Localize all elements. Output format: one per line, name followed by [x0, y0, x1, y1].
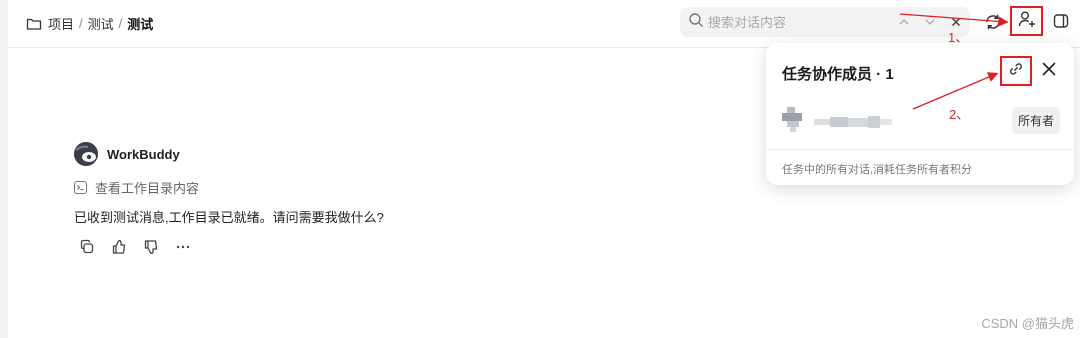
annotation-label-1: 1、 — [948, 30, 969, 45]
breadcrumb-separator: / — [79, 16, 83, 31]
breadcrumb-current: 测试 — [127, 17, 154, 32]
search-icon — [688, 12, 704, 33]
message-text: 已收到测试消息,工作目录已就绪。请问需要我做什么? — [74, 210, 384, 225]
link-icon — [1008, 61, 1024, 82]
owner-badge: 所有者 — [1011, 107, 1060, 134]
breadcrumb-item-test[interactable]: 测试 — [88, 14, 114, 33]
breadcrumb-item-project[interactable]: 项目 — [48, 14, 74, 33]
watermark: CSDN @猫头虎 — [981, 316, 1074, 331]
search-input[interactable] — [708, 14, 878, 30]
search-box[interactable] — [680, 7, 970, 37]
popup-footer-note: 任务中的所有对话,消耗任务所有者积分 — [782, 164, 973, 176]
add-user-icon — [1017, 9, 1037, 34]
close-icon — [1041, 61, 1057, 82]
tool-call-label: 查看工作目录内容 — [95, 181, 200, 196]
popup-divider — [766, 149, 1074, 150]
panel-toggle-icon[interactable] — [1052, 12, 1070, 30]
bot-avatar — [74, 142, 98, 166]
sync-icon[interactable] — [983, 12, 1003, 32]
tool-call[interactable]: 查看工作目录内容 — [74, 178, 384, 197]
collaborators-popup: 任务协作成员 · 1 所有者 任务中的所有对话,消耗任务所有者积分 — [766, 43, 1074, 185]
thumbs-down-icon[interactable] — [142, 238, 160, 256]
member-row: 所有者 — [780, 107, 1060, 134]
copy-icon[interactable] — [78, 238, 96, 256]
popup-title: 任务协作成员 · 1 — [782, 66, 894, 83]
breadcrumb-separator: / — [118, 16, 123, 31]
left-sidebar-strip — [0, 0, 8, 338]
folder-icon — [26, 16, 42, 32]
chat-message: WorkBuddy 查看工作目录内容 已收到测试消息,工作目录已就绪。请问需要我… — [74, 142, 384, 256]
chevron-up-icon[interactable] — [896, 14, 912, 30]
thumbs-up-icon[interactable] — [110, 238, 128, 256]
member-avatar — [780, 107, 806, 133]
copy-link-button[interactable] — [1000, 56, 1032, 86]
bot-name: WorkBuddy — [107, 146, 180, 162]
add-member-button[interactable] — [1010, 6, 1043, 36]
terminal-icon — [74, 181, 87, 194]
annotation-label-2: 2、 — [949, 107, 970, 122]
chevron-down-icon[interactable] — [922, 14, 938, 30]
member-name-redacted — [814, 115, 894, 128]
popup-close-button[interactable] — [1038, 60, 1060, 82]
message-actions — [74, 238, 384, 256]
more-icon[interactable] — [174, 238, 192, 256]
bot-header: WorkBuddy — [74, 142, 384, 166]
breadcrumb: 项目 / 测试 / 测试 — [26, 14, 153, 33]
